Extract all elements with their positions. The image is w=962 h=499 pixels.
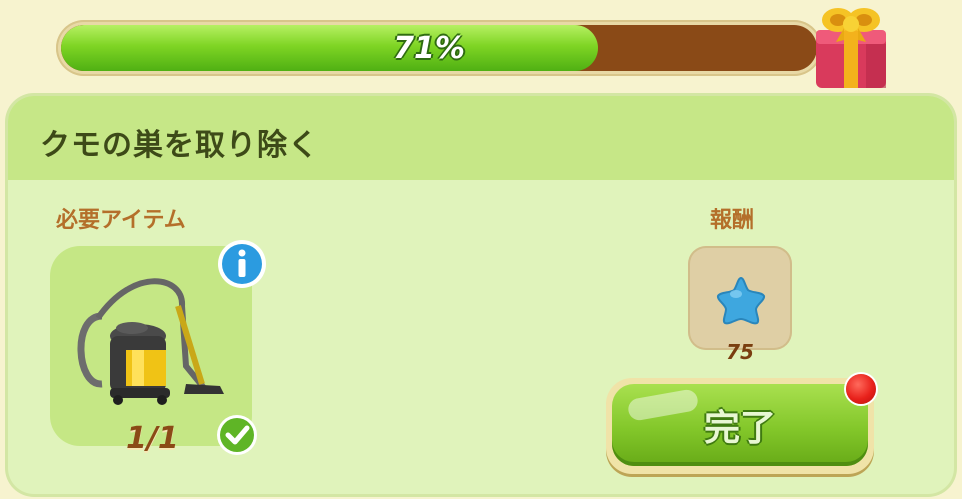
required-item-count: 1/1: [126, 421, 179, 456]
gift-box-icon[interactable]: [808, 0, 894, 92]
checkmark-icon: [217, 415, 257, 455]
reward-label: 報酬: [710, 208, 755, 233]
required-items-label: 必要アイテム: [56, 208, 186, 233]
blue-star-icon: [716, 276, 766, 325]
complete-button-face[interactable]: 完了: [612, 384, 868, 466]
task-title: クモの巣を取り除く: [40, 128, 319, 163]
task-header: クモの巣を取り除く: [8, 96, 954, 180]
reward-value: 75: [726, 340, 754, 364]
progress-bar: 71%: [56, 20, 822, 76]
info-icon[interactable]: [216, 238, 268, 290]
vacuum-cleaner-icon: [77, 278, 224, 405]
progress-track: 71%: [61, 25, 817, 71]
task-screen: 71% クモの巣を取り除く 必要アイテム 報酬 1/1 75 完了: [0, 0, 962, 499]
progress-percent-text: 71%: [393, 30, 465, 66]
complete-button[interactable]: 完了: [606, 378, 874, 474]
red-dot-icon: [846, 374, 876, 404]
task-card: クモの巣を取り除く 必要アイテム 報酬 1/1 75 完了: [8, 96, 954, 494]
complete-button-label: 完了: [703, 408, 776, 449]
